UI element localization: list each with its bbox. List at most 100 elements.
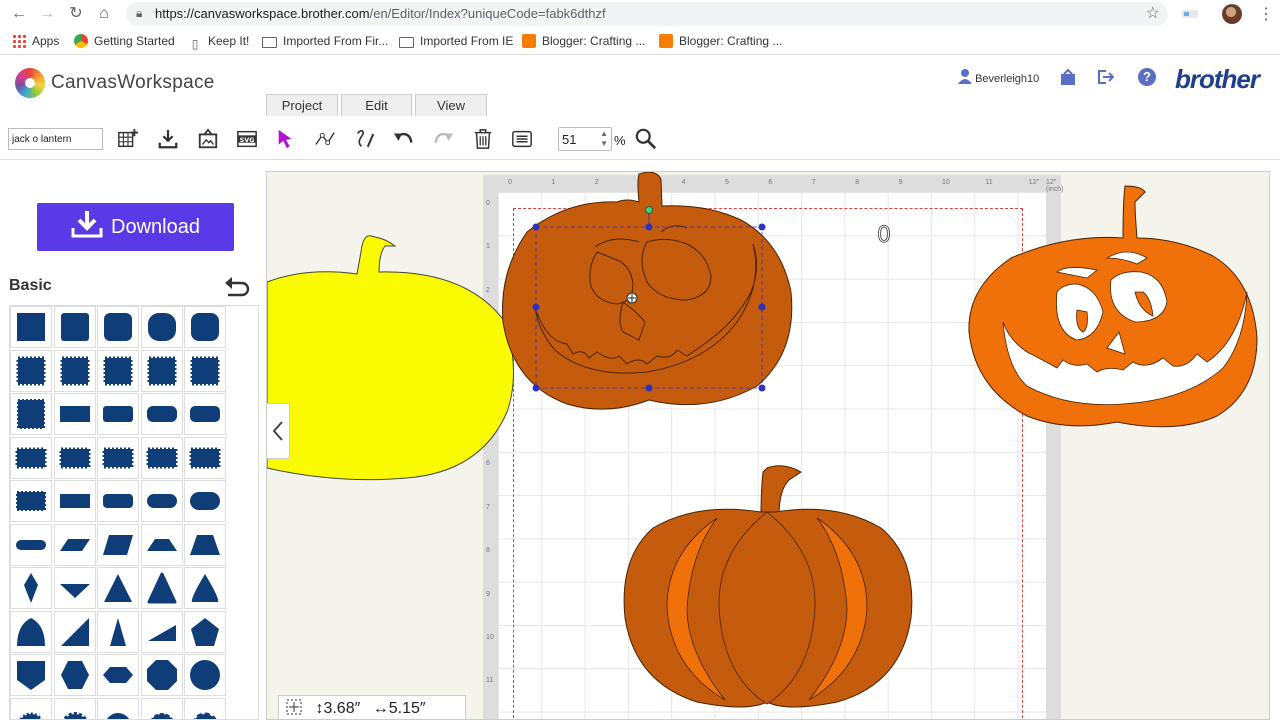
bright-jack-o-lantern[interactable] [968,185,1258,428]
resize-handle[interactable] [645,223,653,231]
shape-tile[interactable] [97,697,140,719]
tab-view[interactable]: View [415,94,487,116]
bookmark-apps[interactable]: Apps [12,34,59,48]
shape-tile[interactable] [140,436,183,479]
resize-handle[interactable] [645,384,653,392]
profile-avatar[interactable] [1222,4,1242,24]
download-data-icon[interactable] [156,126,180,152]
shape-tile[interactable] [184,610,227,653]
address-bar[interactable]: 🔒︎ https://canvasworkspace.brother.com/e… [126,2,1168,26]
select-arrow-icon[interactable] [274,126,298,152]
home-icon[interactable]: ⌂ [94,4,114,24]
bookmark-keep-it[interactable]: ▯ Keep It! [188,34,250,51]
shape-tile[interactable] [184,523,227,566]
resize-handle[interactable] [532,223,540,231]
list-menu-icon[interactable] [510,126,534,152]
text-object[interactable]: 0 [877,223,892,249]
resize-handle[interactable] [758,384,766,392]
shape-tile[interactable] [10,610,52,653]
redo-icon[interactable] [431,126,455,152]
project-name-input[interactable] [8,128,103,150]
browser-menu-icon[interactable]: ⋮ [1258,4,1274,24]
user-account[interactable]: Beverleigh10 [958,68,1039,85]
draw-pen-icon[interactable] [353,126,377,152]
resize-handle[interactable] [758,223,766,231]
shape-tile[interactable] [184,306,227,348]
shape-tile[interactable] [140,349,183,392]
shape-tile[interactable] [97,523,140,566]
shape-tile[interactable] [97,393,140,435]
shape-tile[interactable] [10,523,52,566]
shape-tile[interactable] [184,349,227,392]
bookmark-blogger-2[interactable]: Blogger: Crafting ... [659,34,782,48]
shape-tile[interactable] [97,610,140,653]
undo-icon[interactable] [392,126,416,152]
forward-icon[interactable]: → [37,4,57,24]
collapse-panel-chevron-icon[interactable] [266,403,290,459]
shape-tile[interactable] [140,306,183,348]
shape-tile[interactable] [53,654,96,696]
shape-tile[interactable] [53,480,96,522]
back-icon[interactable]: ← [9,4,29,24]
zoom-input[interactable]: 51 ▲ ▼ [558,127,612,151]
shape-tile[interactable] [10,306,52,348]
shape-tile[interactable] [140,610,183,653]
shape-tile[interactable] [140,697,183,719]
shape-tile[interactable] [97,567,140,609]
shape-tile[interactable] [184,393,227,435]
shape-tile[interactable] [184,697,227,719]
shape-tile[interactable] [184,654,227,696]
shape-tile[interactable] [97,654,140,696]
node-edit-icon[interactable] [313,126,337,152]
design-canvas[interactable]: 0123456789101112" 01234567891011 12" (in… [266,171,1270,720]
shape-tile[interactable] [184,480,227,522]
svg-import-icon[interactable]: SVG [235,126,259,152]
shape-tile[interactable] [10,349,52,392]
shape-tile[interactable] [10,480,52,522]
shape-tile[interactable] [184,567,227,609]
shape-tile[interactable] [53,393,96,435]
back-arrow-icon[interactable] [224,275,250,303]
shape-tile[interactable] [140,393,183,435]
extension-icon[interactable] [1181,7,1199,21]
shape-tile[interactable] [140,654,183,696]
zoom-search-icon[interactable] [634,126,658,152]
import-image-icon[interactable] [196,126,220,152]
zoom-stepper[interactable]: ▲ ▼ [600,129,608,149]
shape-tile[interactable] [53,610,96,653]
shape-tile[interactable] [140,567,183,609]
shape-tile[interactable] [53,349,96,392]
yellow-pumpkin[interactable] [267,235,514,481]
resize-handle[interactable] [532,384,540,392]
logout-icon[interactable] [1096,68,1115,91]
bookmark-folder-firefox[interactable]: Imported From Fir... [262,34,388,48]
shape-tile[interactable] [53,436,96,479]
shape-tile[interactable] [10,654,52,696]
bookmark-getting-started[interactable]: Getting Started [74,34,175,48]
help-icon[interactable]: ? [1138,68,1156,86]
shape-tile[interactable] [184,436,227,479]
tab-edit[interactable]: Edit [341,94,412,116]
download-button[interactable]: Download [37,203,234,251]
reload-icon[interactable]: ↻ [66,4,86,24]
shape-tile[interactable] [53,697,96,719]
bookmark-blogger-1[interactable]: Blogger: Crafting ... [522,34,645,48]
shape-tile[interactable] [10,567,52,609]
shape-tile[interactable] [10,393,52,435]
rotate-handle[interactable] [645,206,653,214]
shopping-bag-icon[interactable] [1059,68,1077,91]
new-project-icon[interactable] [116,126,140,152]
shape-tile[interactable] [10,436,52,479]
shape-tile[interactable] [97,349,140,392]
shape-tile[interactable] [53,523,96,566]
tab-project[interactable]: Project [266,94,338,116]
shape-tile[interactable] [10,697,52,719]
shape-tile[interactable] [53,306,96,348]
shape-tile[interactable] [140,523,183,566]
bookmark-star-icon[interactable]: ☆ [1146,3,1160,23]
resize-handle[interactable] [758,303,766,311]
size-lock-icon[interactable] [285,699,307,717]
shape-tile[interactable] [97,436,140,479]
round-pumpkin[interactable] [623,465,913,708]
shape-tile[interactable] [97,306,140,348]
